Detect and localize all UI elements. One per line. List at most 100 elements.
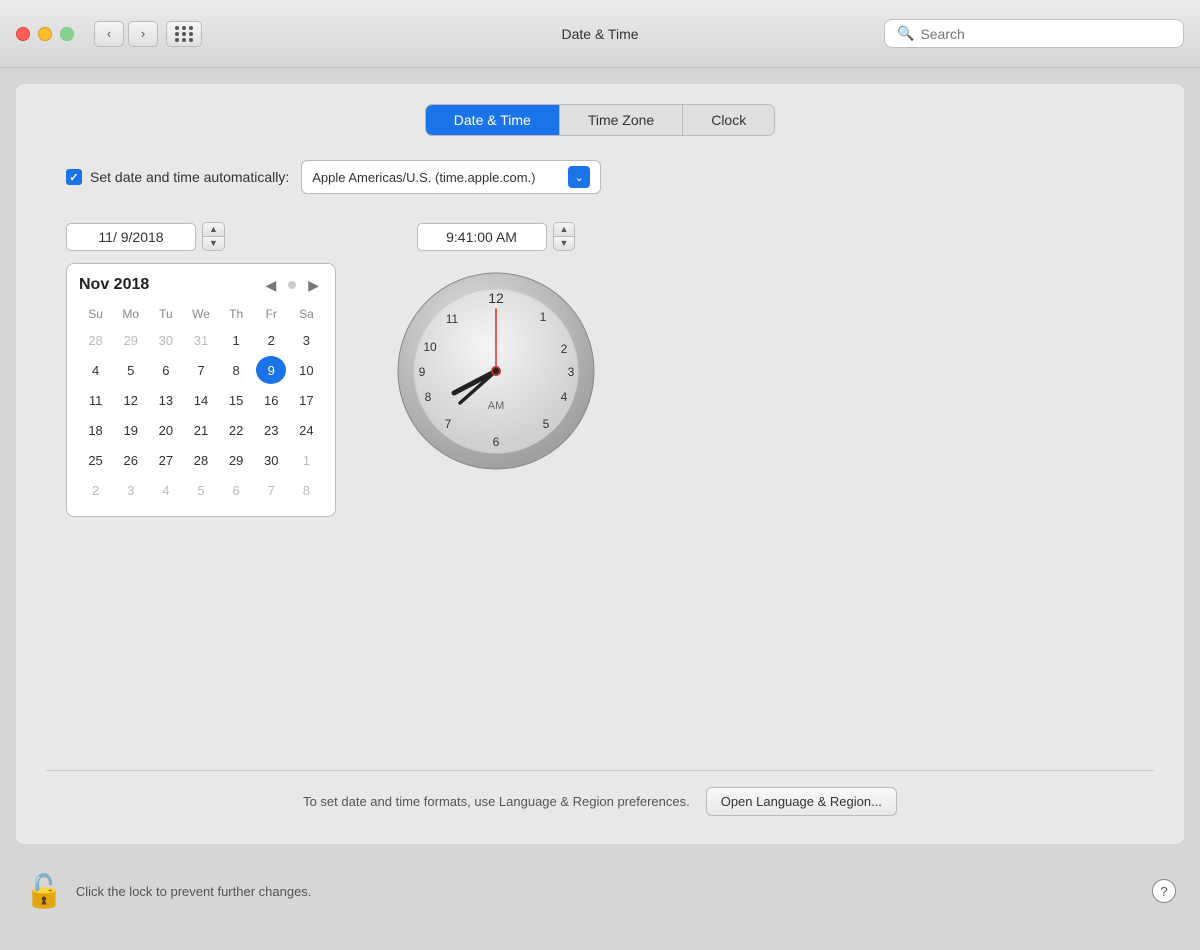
calendar-day: 28 bbox=[81, 326, 111, 354]
calendar-day[interactable]: 18 bbox=[81, 416, 111, 444]
clock-container: 12 1 2 3 4 5 6 7 bbox=[396, 271, 596, 471]
calendar-day[interactable]: 24 bbox=[291, 416, 321, 444]
maximize-button[interactable] bbox=[60, 27, 74, 41]
calendar-day[interactable]: 16 bbox=[256, 386, 286, 414]
traffic-lights bbox=[16, 27, 74, 41]
calendar-day[interactable]: 19 bbox=[116, 416, 146, 444]
calendar-day[interactable]: 15 bbox=[221, 386, 251, 414]
calendar-day-header: Su bbox=[79, 304, 112, 324]
back-button[interactable]: ‹ bbox=[94, 21, 124, 47]
calendar-day[interactable]: 5 bbox=[116, 356, 146, 384]
svg-text:12: 12 bbox=[488, 290, 504, 306]
svg-text:8: 8 bbox=[425, 390, 432, 404]
tab-clock[interactable]: Clock bbox=[683, 105, 774, 135]
server-dropdown[interactable]: Apple Americas/U.S. (time.apple.com.) ⌄ bbox=[301, 160, 601, 194]
lock-icon[interactable]: 🔓 bbox=[24, 872, 64, 910]
settings-container: Date & Time Time Zone Clock ✓ Set date a… bbox=[46, 104, 1154, 824]
calendar-day[interactable]: 23 bbox=[256, 416, 286, 444]
calendar-day: 3 bbox=[116, 476, 146, 504]
bottom-section: To set date and time formats, use Langua… bbox=[46, 770, 1154, 824]
calendar-day[interactable]: 28 bbox=[186, 446, 216, 474]
calendar-day-header: Mo bbox=[114, 304, 147, 324]
calendar-day[interactable]: 11 bbox=[81, 386, 111, 414]
svg-text:7: 7 bbox=[445, 417, 452, 431]
help-button[interactable]: ? bbox=[1152, 879, 1176, 903]
tab-group: Date & Time Time Zone Clock bbox=[425, 104, 775, 136]
clock-face: 12 1 2 3 4 5 6 7 bbox=[396, 271, 596, 471]
calendar-day[interactable]: 9 bbox=[256, 356, 286, 384]
calendar: Nov 2018 ◀ ▶ SuMoTuWeThFrSa2829303112345… bbox=[66, 263, 336, 517]
auto-set-checkbox[interactable]: ✓ bbox=[66, 169, 82, 185]
calendar-day: 31 bbox=[186, 326, 216, 354]
date-input-row: 11/ 9/2018 ▲ ▼ bbox=[66, 222, 225, 251]
time-stepper[interactable]: ▲ ▼ bbox=[553, 222, 576, 251]
tab-date-time[interactable]: Date & Time bbox=[426, 105, 560, 135]
calendar-day: 5 bbox=[186, 476, 216, 504]
title-bar: ‹ › Date & Time 🔍 bbox=[0, 0, 1200, 68]
calendar-day[interactable]: 12 bbox=[116, 386, 146, 414]
date-stepper-up[interactable]: ▲ bbox=[203, 223, 224, 237]
search-input[interactable] bbox=[920, 26, 1171, 42]
checkmark-icon: ✓ bbox=[69, 171, 78, 184]
time-stepper-up[interactable]: ▲ bbox=[554, 223, 575, 237]
svg-text:6: 6 bbox=[493, 435, 500, 449]
calendar-day[interactable]: 30 bbox=[256, 446, 286, 474]
date-stepper[interactable]: ▲ ▼ bbox=[202, 222, 225, 251]
calendar-day[interactable]: 1 bbox=[221, 326, 251, 354]
calendar-day[interactable]: 14 bbox=[186, 386, 216, 414]
calendar-grid: SuMoTuWeThFrSa28293031123456789101112131… bbox=[79, 304, 323, 504]
calendar-day: 1 bbox=[291, 446, 321, 474]
calendar-day: 29 bbox=[116, 326, 146, 354]
svg-text:4: 4 bbox=[561, 390, 568, 404]
footer: 🔓 Click the lock to prevent further chan… bbox=[0, 860, 1200, 922]
calendar-day[interactable]: 22 bbox=[221, 416, 251, 444]
calendar-day[interactable]: 20 bbox=[151, 416, 181, 444]
calendar-month-year: Nov 2018 bbox=[79, 276, 149, 294]
time-input-row: 9:41:00 AM ▲ ▼ bbox=[417, 222, 576, 251]
time-stepper-down[interactable]: ▼ bbox=[554, 237, 575, 250]
calendar-day: 2 bbox=[81, 476, 111, 504]
calendar-day[interactable]: 10 bbox=[291, 356, 321, 384]
svg-text:5: 5 bbox=[543, 417, 550, 431]
tabs: Date & Time Time Zone Clock bbox=[46, 104, 1154, 136]
grid-icon bbox=[175, 26, 194, 42]
calendar-day[interactable]: 6 bbox=[151, 356, 181, 384]
search-bar[interactable]: 🔍 bbox=[884, 19, 1184, 48]
dropdown-arrow-icon: ⌄ bbox=[568, 166, 590, 188]
calendar-day[interactable]: 3 bbox=[291, 326, 321, 354]
svg-text:9: 9 bbox=[419, 365, 426, 379]
auto-set-label: Set date and time automatically: bbox=[90, 169, 289, 185]
calendar-day[interactable]: 2 bbox=[256, 326, 286, 354]
calendar-today-dot[interactable] bbox=[288, 281, 296, 289]
calendar-prev-button[interactable]: ◀ bbox=[261, 277, 280, 294]
date-field[interactable]: 11/ 9/2018 bbox=[66, 223, 196, 251]
date-stepper-down[interactable]: ▼ bbox=[203, 237, 224, 250]
grid-button[interactable] bbox=[166, 21, 202, 47]
tab-time-zone[interactable]: Time Zone bbox=[560, 105, 683, 135]
main-content: Date & Time Time Zone Clock ✓ Set date a… bbox=[16, 84, 1184, 844]
calendar-day[interactable]: 25 bbox=[81, 446, 111, 474]
auto-set-row: ✓ Set date and time automatically: Apple… bbox=[46, 160, 1154, 194]
close-button[interactable] bbox=[16, 27, 30, 41]
open-language-button[interactable]: Open Language & Region... bbox=[706, 787, 897, 816]
calendar-day[interactable]: 21 bbox=[186, 416, 216, 444]
calendar-day[interactable]: 17 bbox=[291, 386, 321, 414]
calendar-day[interactable]: 4 bbox=[81, 356, 111, 384]
calendar-day[interactable]: 29 bbox=[221, 446, 251, 474]
svg-text:10: 10 bbox=[423, 340, 437, 354]
calendar-day[interactable]: 8 bbox=[221, 356, 251, 384]
time-field[interactable]: 9:41:00 AM bbox=[417, 223, 547, 251]
minimize-button[interactable] bbox=[38, 27, 52, 41]
calendar-day[interactable]: 26 bbox=[116, 446, 146, 474]
calendar-day-header: Fr bbox=[255, 304, 288, 324]
calendar-day: 7 bbox=[256, 476, 286, 504]
calendar-next-button[interactable]: ▶ bbox=[304, 277, 323, 294]
calendar-nav: ◀ ▶ bbox=[261, 277, 323, 294]
forward-button[interactable]: › bbox=[128, 21, 158, 47]
calendar-day[interactable]: 13 bbox=[151, 386, 181, 414]
calendar-header: Nov 2018 ◀ ▶ bbox=[79, 276, 323, 294]
calendar-day[interactable]: 7 bbox=[186, 356, 216, 384]
calendar-day[interactable]: 27 bbox=[151, 446, 181, 474]
calendar-day-header: Tu bbox=[149, 304, 182, 324]
calendar-day: 6 bbox=[221, 476, 251, 504]
